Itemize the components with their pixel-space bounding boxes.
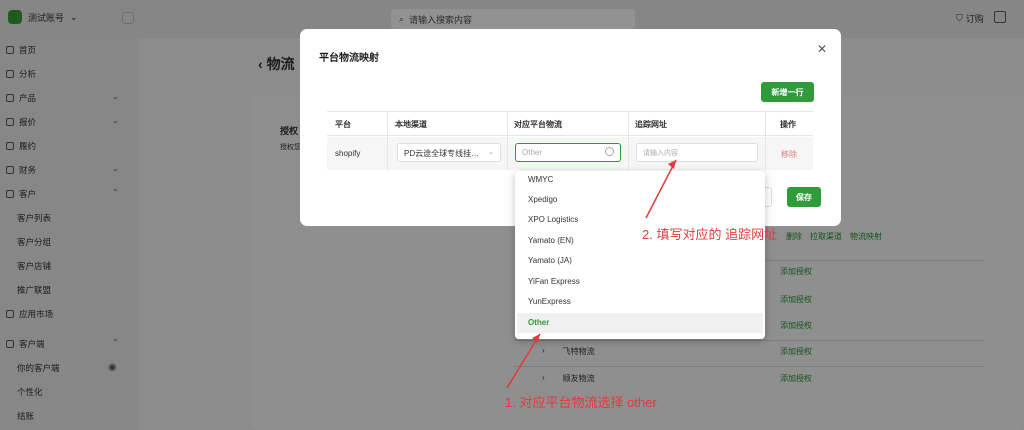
annotation-arrow-2 (645, 159, 677, 219)
annotation-step-1: 1. 对应平台物流选择 other (505, 395, 657, 410)
annotation-arrow-1 (506, 333, 541, 389)
annotation-step-2: 2. 填写对应的 追踪网址 (642, 227, 778, 242)
annotation-arrows (506, 159, 677, 389)
